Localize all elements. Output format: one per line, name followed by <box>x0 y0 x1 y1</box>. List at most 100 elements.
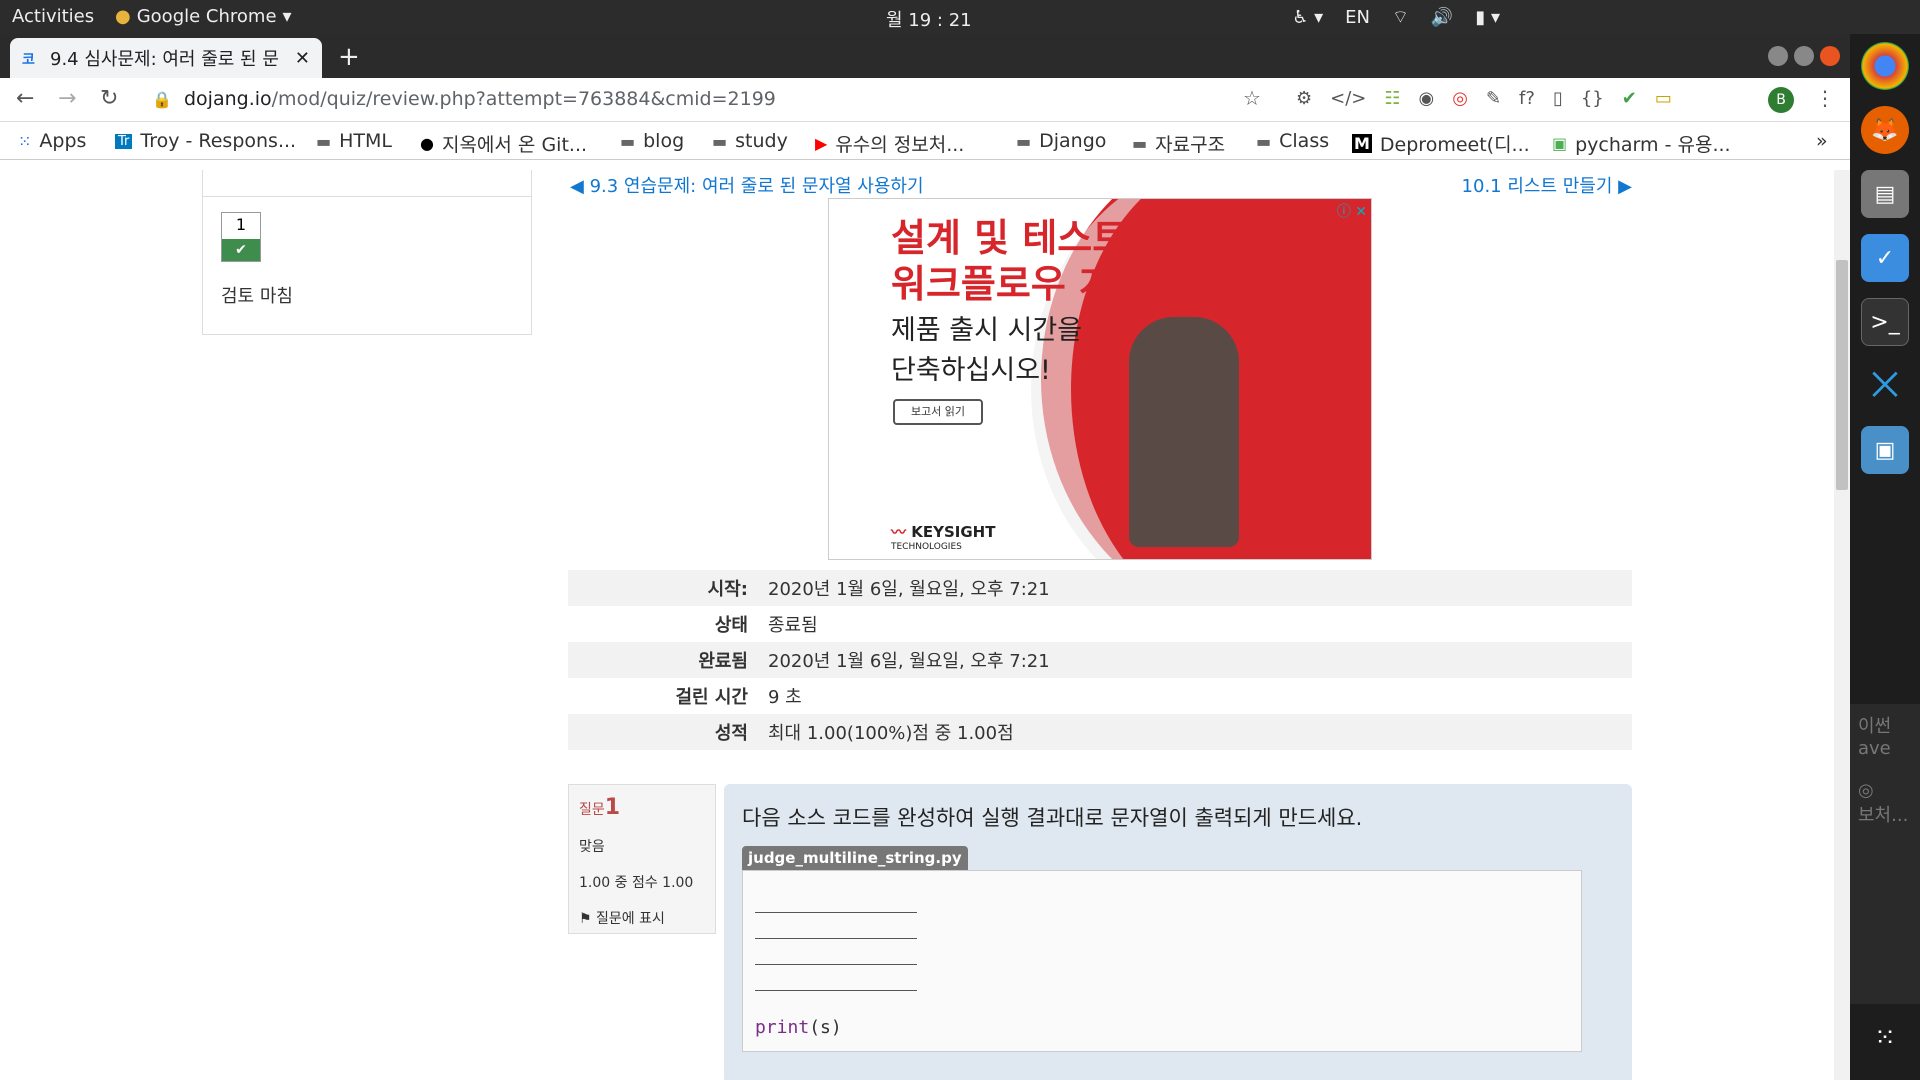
language-indicator[interactable]: EN <box>1345 7 1370 28</box>
extension-color-icon[interactable]: ✔ <box>1622 88 1637 109</box>
ad-headline-line: 워크플로우 개선으로 <box>891 262 1219 306</box>
bookmark-pycharm[interactable]: ▣ pycharm - 유용... <box>1552 130 1731 157</box>
ad-brand: KEYSIGHT <box>911 523 996 541</box>
quiz-navigation-block: 1 ✔ 검토 마침 <box>202 170 532 335</box>
scrollbar-thumb[interactable] <box>1836 260 1848 490</box>
active-tab[interactable]: 코 9.4 심사문제: 여러 줄로 된 문 ✕ <box>10 38 322 78</box>
page-scrollbar[interactable] <box>1834 170 1850 1080</box>
app-menu[interactable]: ● Google Chrome ▾ <box>115 6 292 27</box>
files-dock-icon[interactable]: ▤ <box>1861 170 1909 218</box>
adchoices-icon[interactable]: ⓘ ✕ <box>1337 201 1367 221</box>
tasks-dock-icon[interactable]: ✓ <box>1861 234 1909 282</box>
vscode-dock-icon[interactable]: ⨉ <box>1861 362 1909 410</box>
summary-row: 걸린 시간 9 초 <box>568 678 1632 714</box>
url-domain: dojang.io <box>184 88 272 110</box>
tab-strip: 코 9.4 심사문제: 여러 줄로 된 문 ✕ + <box>0 34 1850 78</box>
bookmark-apps[interactable]: ⁙ Apps <box>18 130 86 152</box>
advertisement-banner[interactable]: 설계 및 테스트 워크플로우 개선으로 제품 출시 시간을 단축하십시오! 보고… <box>828 198 1372 560</box>
flag-question-link[interactable]: ⚑ 질문에 표시 <box>579 908 705 928</box>
bookmark-django[interactable]: ▬ Django <box>1016 130 1106 152</box>
activities-button[interactable]: Activities <box>12 6 94 27</box>
bookmark-blog[interactable]: ▬ blog <box>620 130 684 152</box>
firefox-dock-icon[interactable]: 🦊 <box>1861 106 1909 154</box>
ad-cta-button[interactable]: 보고서 읽기 <box>893 399 983 425</box>
extension-folder-icon[interactable]: ▭ <box>1655 88 1672 109</box>
chat-icon: ▣ <box>1552 134 1568 153</box>
system-tray[interactable]: ♿ ▾ EN ⌔ 🔊 ▮ ▾ <box>1292 6 1500 29</box>
extensions-area: ⚙ </> ☷ ◉ ◎ ✎ f? ▯ {} ✔ ▭ <box>1296 88 1672 109</box>
extension-function-icon[interactable]: f? <box>1519 88 1535 109</box>
wifi-icon[interactable]: ⌔ <box>1392 6 1409 29</box>
clock[interactable]: 월 19 : 21 <box>886 6 972 32</box>
show-apps-icon[interactable]: ⁙ <box>1861 1014 1909 1062</box>
extension-ladder-icon[interactable]: ☷ <box>1384 88 1400 109</box>
folder-icon: ▬ <box>1256 131 1272 151</box>
bookmark-datastructure[interactable]: ▬ 자료구조 <box>1132 130 1225 157</box>
back-icon[interactable]: ← <box>16 86 34 111</box>
extension-phone-icon[interactable]: ▯ <box>1553 88 1563 109</box>
question-number: 1 <box>235 215 247 234</box>
question-content: 다음 소스 코드를 완성하여 실행 결과대로 문자열이 출력되게 만드세요. j… <box>724 784 1632 1080</box>
bookmark-star-icon[interactable]: ☆ <box>1243 86 1261 110</box>
code-blank-line[interactable] <box>755 887 917 913</box>
chrome-dock-icon[interactable] <box>1861 42 1909 90</box>
summary-value: 2020년 1월 6일, 월요일, 오후 7:21 <box>768 579 1050 600</box>
extension-braces-icon[interactable]: {} <box>1581 88 1604 109</box>
address-bar[interactable]: dojang.io/mod/quiz/review.php?attempt=76… <box>184 88 776 110</box>
tab-title: 9.4 심사문제: 여러 줄로 된 문 <box>50 49 279 70</box>
summary-key: 완료됨 <box>698 651 748 672</box>
bookmark-troy[interactable]: Tr Troy - Respons... <box>115 130 296 152</box>
chrome-menu-icon[interactable]: ⋮ <box>1815 86 1835 110</box>
question-number-value: 1 <box>604 795 621 820</box>
close-window-button[interactable] <box>1820 46 1840 66</box>
bookmark-youtube[interactable]: ▶ 유수의 정보처... <box>815 130 964 157</box>
bookmark-depromeet[interactable]: M Depromeet(디... <box>1352 130 1530 157</box>
extension-eyedropper-icon[interactable]: ✎ <box>1486 88 1501 109</box>
quiz-nav-question-button[interactable]: 1 ✔ <box>221 212 261 262</box>
extension-mask-icon[interactable]: ◉ <box>1419 88 1435 109</box>
battery-icon[interactable]: ▮ ▾ <box>1475 7 1500 28</box>
bookmark-git[interactable]: ● 지옥에서 온 Git... <box>420 130 587 157</box>
new-tab-button[interactable]: + <box>338 42 360 72</box>
terminal-dock-icon[interactable]: >_ <box>1861 298 1909 346</box>
next-activity-link[interactable]: 10.1 리스트 만들기 ▶ <box>1462 172 1632 198</box>
prev-activity-link[interactable]: ◀ 9.3 연습문제: 여러 줄로 된 문자열 사용하기 <box>570 172 924 198</box>
keysight-wave-icon: 〰 <box>891 523 907 541</box>
code-blank-line[interactable] <box>755 965 917 991</box>
profile-avatar[interactable]: B <box>1768 87 1794 113</box>
more-bookmarks-icon[interactable]: » <box>1816 130 1828 152</box>
bookmark-class[interactable]: ▬ Class <box>1256 130 1329 152</box>
bookmark-label: 자료구조 <box>1155 134 1226 156</box>
summary-key: 성적 <box>714 723 748 744</box>
code-blank-line[interactable] <box>755 939 917 965</box>
minimize-button[interactable] <box>1768 46 1788 66</box>
code-keyword: print <box>755 1017 810 1038</box>
code-blank-line[interactable] <box>755 913 917 939</box>
lock-icon[interactable]: 🔒 <box>152 90 172 109</box>
bookmark-study[interactable]: ▬ study <box>712 130 788 152</box>
extension-swirl-icon[interactable]: ◎ <box>1452 88 1468 109</box>
gnome-top-bar: Activities ● Google Chrome ▾ 월 19 : 21 ♿… <box>0 0 1920 34</box>
extension-code-icon[interactable]: </> <box>1330 88 1366 109</box>
ad-brand-logo: 〰 KEYSIGHT TECHNOLOGIES <box>891 521 995 552</box>
ad-brand-sub: TECHNOLOGIES <box>891 542 962 552</box>
reload-icon[interactable]: ↻ <box>100 86 118 111</box>
folder-icon: ▬ <box>1016 131 1032 151</box>
close-tab-icon[interactable]: ✕ <box>295 48 310 69</box>
bookmark-label: blog <box>643 130 685 152</box>
bookmark-label: Class <box>1279 130 1330 152</box>
volume-icon[interactable]: 🔊 <box>1431 7 1453 28</box>
maximize-button[interactable] <box>1794 46 1814 66</box>
summary-row: 성적 최대 1.00(100%)점 중 1.00점 <box>568 714 1632 750</box>
chevron-down-icon: ▾ <box>282 6 292 27</box>
bookmark-html[interactable]: ▬ HTML <box>316 130 392 152</box>
finish-review-link[interactable]: 검토 마침 <box>221 282 293 308</box>
accessibility-icon[interactable]: ♿ ▾ <box>1292 7 1323 28</box>
bookmark-label: Django <box>1039 130 1107 152</box>
code-answer-box[interactable]: print(s) <box>742 870 1582 1052</box>
extension-gear-icon[interactable]: ⚙ <box>1296 88 1312 109</box>
code-args: (s) <box>809 1017 842 1038</box>
image-viewer-dock-icon[interactable]: ▣ <box>1861 426 1909 474</box>
forward-icon[interactable]: → <box>58 86 76 111</box>
question-number-label: 질문1 <box>579 795 705 820</box>
